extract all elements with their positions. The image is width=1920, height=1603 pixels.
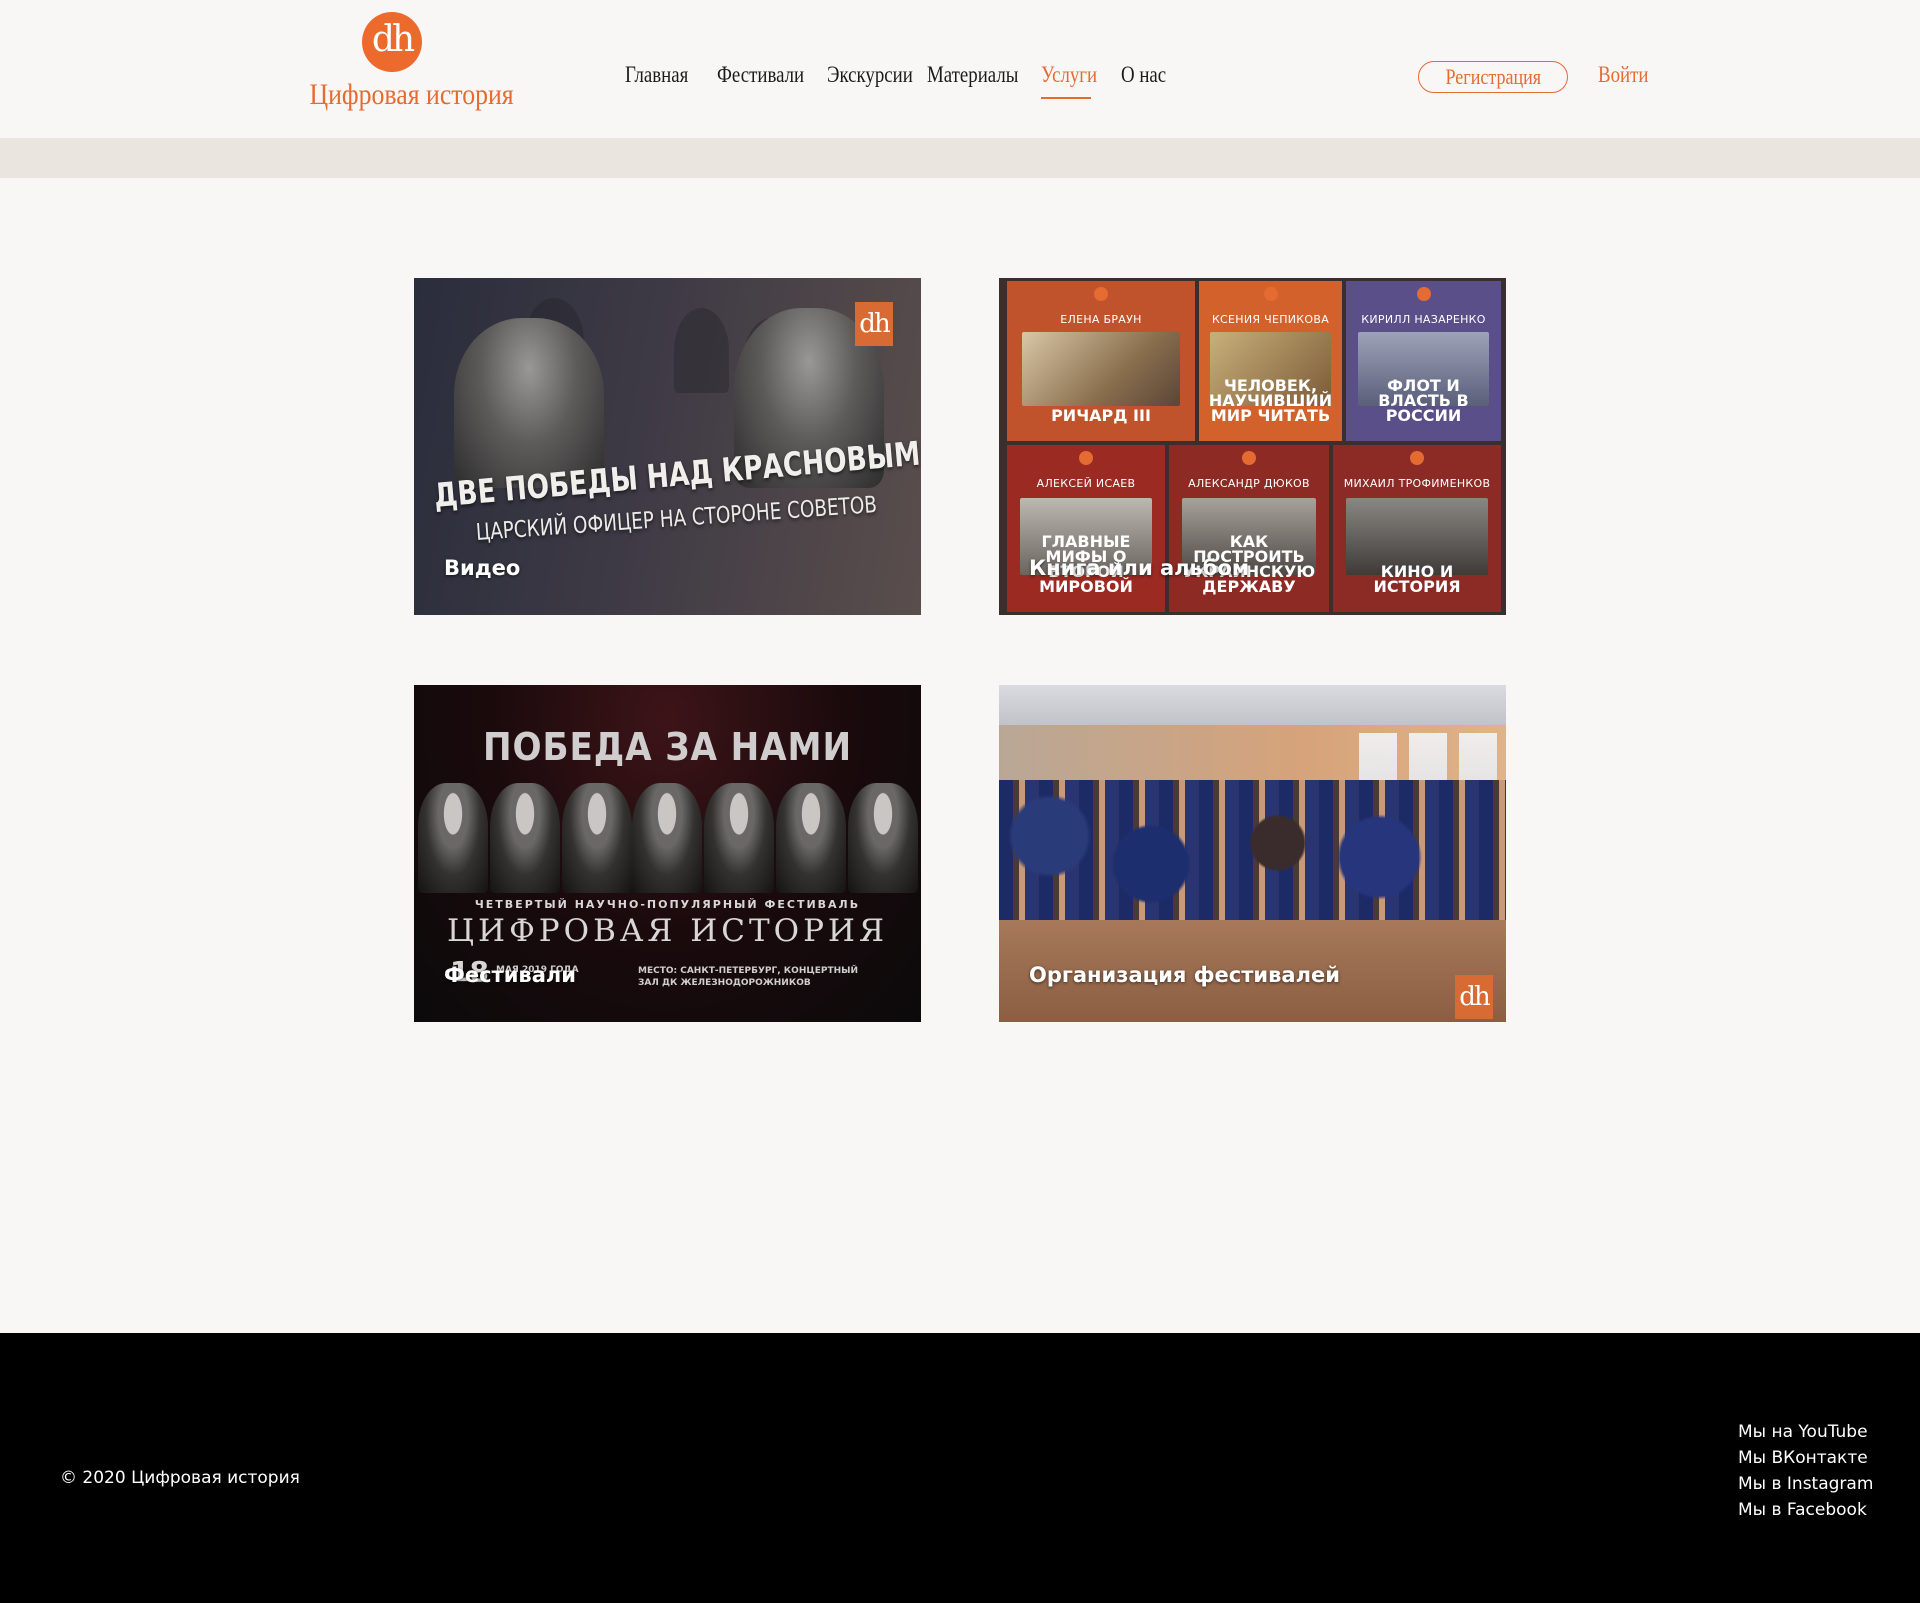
logo-mark: dh	[362, 12, 422, 72]
book-author: ЕЛЕНА БРАУН	[1060, 313, 1142, 326]
book-cover: ЕЛЕНА БРАУН РИЧАРД III	[1007, 281, 1195, 441]
site-header: dh Цифровая история Главная Фестивали Эк…	[0, 0, 1920, 138]
youtube-link[interactable]: Мы на YouTube	[1738, 1419, 1873, 1445]
register-label: Регистрация	[1445, 64, 1541, 89]
portrait	[562, 783, 632, 893]
nav-excursions[interactable]: Экскурсии	[827, 62, 913, 88]
dh-badge-icon: dh	[855, 302, 893, 346]
book-cover: КСЕНИЯ ЧЕПИКОВА ЧЕЛОВЕК, НАУЧИВШИЙ МИР Ч…	[1199, 281, 1342, 441]
background-figure	[674, 308, 729, 393]
book-cover: МИХАИЛ ТРОФИМЕНКОВ КИНО И ИСТОРИЯ	[1333, 445, 1501, 612]
site-logo[interactable]: dh Цифровая история	[296, 8, 514, 118]
service-card-festivals[interactable]: ПОБЕДА ЗА НАМИ ЧЕТВЕРТЫЙ НАУЧНО-ПОПУЛЯРН…	[414, 685, 921, 1022]
poster-headline: ПОБЕДА ЗА НАМИ	[483, 725, 852, 769]
book-author: КИРИЛЛ НАЗАРЕНКО	[1361, 313, 1486, 326]
dh-logo-icon	[1079, 451, 1093, 465]
login-link[interactable]: Войти	[1598, 62, 1648, 88]
book-author: МИХАИЛ ТРОФИМЕНКОВ	[1343, 477, 1491, 490]
portrait	[848, 783, 918, 893]
card-label: Организация фестивалей	[1029, 963, 1340, 987]
book-cover: КИРИЛЛ НАЗАРЕНКО ФЛОТ И ВЛАСТЬ В РОССИИ	[1346, 281, 1501, 441]
nav-home[interactable]: Главная	[625, 62, 688, 88]
social-links: Мы на YouTube Мы ВКонтакте Мы в Instagra…	[1738, 1419, 1873, 1523]
book-title: ЧЕЛОВЕК, НАУЧИВШИЙ МИР ЧИТАТЬ	[1208, 376, 1333, 425]
nav-materials[interactable]: Материалы	[927, 62, 1018, 88]
facebook-link[interactable]: Мы в Facebook	[1738, 1497, 1873, 1523]
portrait	[776, 783, 846, 893]
audience	[999, 780, 1506, 920]
poster-subtitle: ЧЕТВЕРТЫЙ НАУЧНО-ПОПУЛЯРНЫЙ ФЕСТИВАЛЬ	[474, 898, 861, 911]
dh-logo-icon	[1094, 287, 1108, 301]
nav-about[interactable]: О нас	[1121, 62, 1166, 88]
instagram-link[interactable]: Мы в Instagram	[1738, 1471, 1873, 1497]
active-nav-underline	[1041, 97, 1091, 99]
book-author: АЛЕКСЕЙ ИСАЕВ	[1036, 477, 1136, 490]
portrait	[418, 783, 488, 893]
portrait	[704, 783, 774, 893]
book-author: АЛЕКСАНДР ДЮКОВ	[1188, 477, 1310, 490]
nav-services[interactable]: Услуги	[1041, 62, 1097, 88]
poster-place: МЕСТО: САНКТ-ПЕТЕРБУРГ, КОНЦЕРТНЫЙ ЗАЛ Д…	[638, 966, 858, 988]
copyright-text: © 2020 Цифровая история	[60, 1468, 300, 1488]
register-button[interactable]: Регистрация	[1418, 61, 1568, 93]
service-card-video[interactable]: dh ДВЕ ПОБЕДЫ НАД КРАСНОВЫМ: ЦАРСКИЙ ОФИ…	[414, 278, 921, 615]
logo-text: Цифровая история	[309, 78, 514, 111]
portrait	[490, 783, 560, 893]
nav-festivals[interactable]: Фестивали	[717, 62, 804, 88]
poster-title: ЦИФРОВАЯ ИСТОРИЯ	[447, 913, 888, 949]
service-card-organization[interactable]: dh Организация фестивалей	[999, 685, 1506, 1022]
book-illustration	[1022, 332, 1180, 406]
dh-logo-icon	[1410, 451, 1424, 465]
portrait-row	[414, 783, 921, 893]
book-title: ФЛОТ И ВЛАСТЬ В РОССИИ	[1378, 376, 1469, 425]
card-label: Видео	[444, 556, 521, 580]
book-author: КСЕНИЯ ЧЕПИКОВА	[1211, 313, 1330, 326]
dh-logo-icon	[1263, 287, 1278, 301]
book-cover: АЛЕКСАНДР ДЮКОВ КАК ПОСТРОИТЬ УКРАИНСКУЮ…	[1169, 445, 1329, 612]
book-title: КИНО И ИСТОРИЯ	[1373, 562, 1461, 596]
header-band	[0, 138, 1920, 178]
card-label: Фестивали	[444, 963, 576, 987]
dh-badge-icon: dh	[1455, 975, 1493, 1019]
vkontakte-link[interactable]: Мы ВКонтакте	[1738, 1445, 1873, 1471]
portrait	[632, 783, 702, 893]
service-card-book[interactable]: ЕЛЕНА БРАУН РИЧАРД III КСЕНИЯ ЧЕПИКОВА Ч…	[999, 278, 1506, 615]
site-footer: © 2020 Цифровая история Мы на YouTube Мы…	[0, 1333, 1920, 1603]
card-label: Книга или альбом	[1029, 556, 1250, 580]
book-title: РИЧАРД III	[1051, 406, 1151, 425]
dh-logo-icon	[1416, 287, 1431, 301]
dh-logo-icon	[1242, 451, 1256, 465]
book-cover: АЛЕКСЕЙ ИСАЕВ ГЛАВНЫЕ МИФЫ О ВТОРОЙ МИРО…	[1007, 445, 1165, 612]
